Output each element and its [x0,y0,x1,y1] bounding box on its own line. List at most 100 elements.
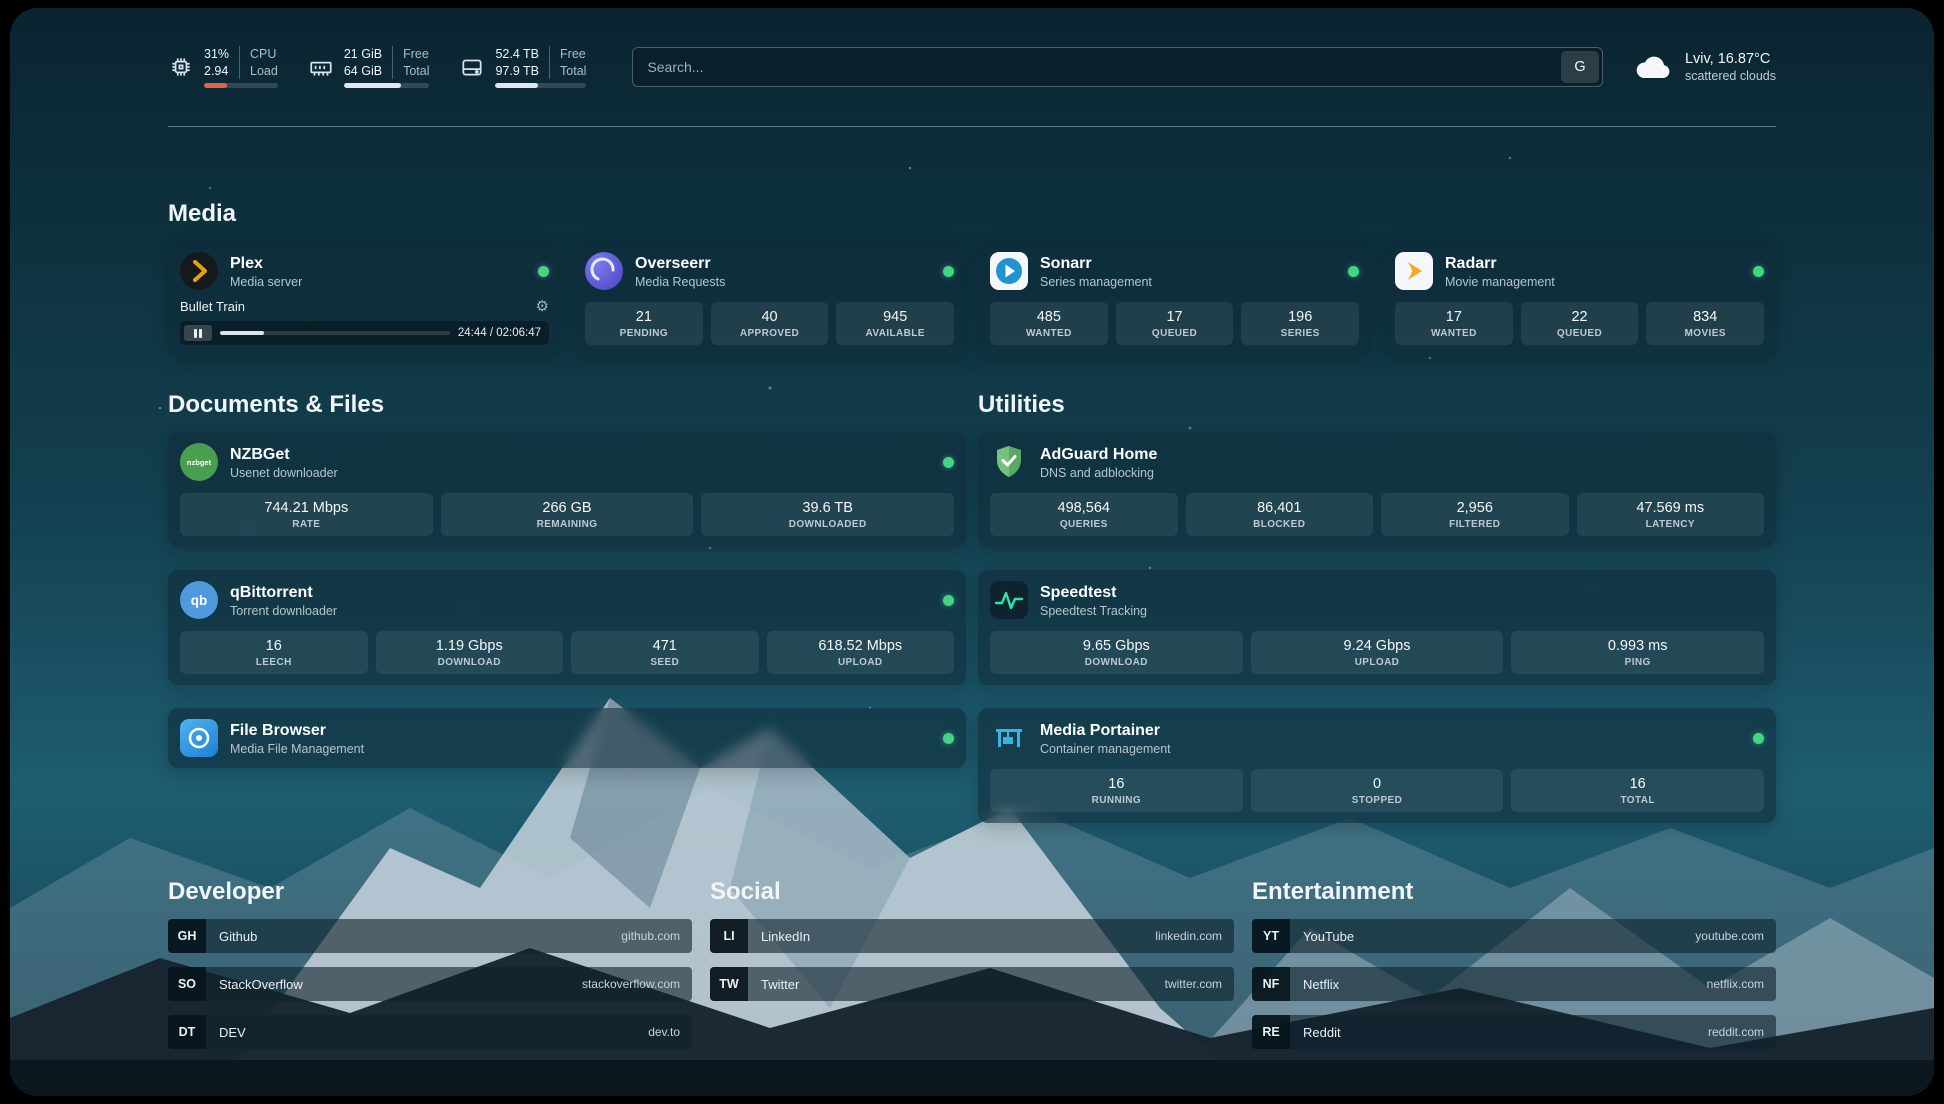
app-name: Sonarr [1040,254,1152,273]
status-dot [943,595,954,606]
app-subtitle: Media server [230,275,302,289]
sonarr-card[interactable]: Sonarr Series management 485 WANTED 17 Q… [978,241,1371,356]
stats-row: 16 LEECH 1.19 Gbps DOWNLOAD 471 SEED 6 [180,619,954,674]
bookmark-badge: YT [1252,919,1290,953]
stat-queries: 498,564 QUERIES [990,493,1178,536]
bookmark-badge: RE [1252,1015,1290,1049]
bookmark-url: github.com [621,929,680,943]
bookmark-name: YouTube [1303,929,1354,944]
bookmark-url: stackoverflow.com [582,977,680,991]
status-dot [943,266,954,277]
bookmark-name: DEV [219,1025,246,1040]
bookmark-stackoverflow[interactable]: SO StackOverflow stackoverflow.com [168,967,692,1001]
stat-approved: 40 APPROVED [711,302,829,345]
disk-total-label: Total [560,63,586,79]
portainer-card[interactable]: Media Portainer Container management 16 … [978,708,1776,823]
app-name: qBittorrent [230,583,337,602]
stat-latency: 47.569 ms LATENCY [1577,493,1765,536]
dashboard-screen: 31% 2.94 CPU Load [10,8,1934,1096]
bookmark-url: twitter.com [1165,977,1222,991]
now-playing-row: Bullet Train ⚙ [180,299,549,314]
speedtest-card[interactable]: Speedtest Speedtest Tracking 9.65 Gbps D… [978,570,1776,685]
bookmark-reddit[interactable]: RE Reddit reddit.com [1252,1015,1776,1049]
disk-progress-bar [495,83,586,88]
stats-row: 744.21 Mbps RATE 266 GB REMAINING 39.6 T… [180,481,954,536]
bookmark-badge: LI [710,919,748,953]
cpu-percent: 31% [204,46,229,62]
status-dot [943,733,954,744]
media-grid: Plex Media server Bullet Train ⚙ 24:44 /… [168,241,1776,356]
disk-icon [459,54,485,80]
app-subtitle: Movie management [1445,275,1555,289]
weather-location: Lviv, 16.87°C [1685,51,1776,67]
filebrowser-card[interactable]: File Browser Media File Management [168,708,966,768]
nzbget-icon-text: nzbget [187,458,211,467]
entertainment-section-title: Entertainment [1252,877,1776,907]
app-subtitle: Speedtest Tracking [1040,604,1147,618]
top-bar: 31% 2.94 CPU Load [168,38,1776,96]
stats-row: 9.65 Gbps DOWNLOAD 9.24 Gbps UPLOAD 0.99… [990,619,1764,674]
nzbget-card[interactable]: nzbget NZBGet Usenet downloader 744.21 M… [168,432,966,547]
bookmark-twitter[interactable]: TW Twitter twitter.com [710,967,1234,1001]
bookmark-url: dev.to [648,1025,680,1039]
app-subtitle: Series management [1040,275,1152,289]
app-name: AdGuard Home [1040,445,1157,464]
bookmark-linkedin[interactable]: LI LinkedIn linkedin.com [710,919,1234,953]
ram-total-value: 64 GiB [344,63,382,79]
stat-upload: 618.52 Mbps UPLOAD [767,631,955,674]
cpu-monitor: 31% 2.94 CPU Load [168,46,278,88]
entertainment-section: Entertainment YT YouTube youtube.com NF … [1252,877,1776,1049]
radarr-card[interactable]: Radarr Movie management 17 WANTED 22 QUE… [1383,241,1776,356]
weather-widget: Lviv, 16.87°C scattered clouds [1633,51,1776,83]
stat-queued: 22 QUEUED [1521,302,1639,345]
app-name: Radarr [1445,254,1555,273]
qbittorrent-icon-text: qb [191,593,208,608]
stats-row: 17 WANTED 22 QUEUED 834 MOVIES [1395,290,1764,345]
bookmark-badge: NF [1252,967,1290,1001]
bookmark-name: LinkedIn [761,929,810,944]
stat-filtered: 2,956 FILTERED [1381,493,1569,536]
playback-progress-track[interactable] [220,331,450,335]
ram-progress-bar [344,83,430,88]
pause-icon[interactable] [184,325,212,341]
overseerr-card[interactable]: Overseerr Media Requests 21 PENDING 40 A… [573,241,966,356]
bookmark-youtube[interactable]: YT YouTube youtube.com [1252,919,1776,953]
stat-remaining: 266 GB REMAINING [441,493,694,536]
portainer-crane-icon [990,719,1028,757]
topbar-divider [168,126,1776,127]
stat-wanted: 485 WANTED [990,302,1108,345]
bookmark-netflix[interactable]: NF Netflix netflix.com [1252,967,1776,1001]
app-name: Plex [230,254,302,273]
qbittorrent-card[interactable]: qb qBittorrent Torrent downloader 16 LEE… [168,570,966,685]
app-subtitle: DNS and adblocking [1040,466,1157,480]
cpu-icon [168,54,194,80]
disk-monitor: 52.4 TB 97.9 TB Free Total [459,46,586,88]
status-dot [1753,733,1764,744]
status-dot [1348,266,1359,277]
bookmark-name: Netflix [1303,977,1339,992]
stat-movies: 834 MOVIES [1646,302,1764,345]
disk-total-value: 97.9 TB [495,63,539,79]
search-engine-button[interactable]: G [1561,51,1599,83]
search-input[interactable] [647,59,1561,75]
disk-free-label: Free [560,46,586,62]
middle-columns: Documents & Files nzbget NZBGet Usenet d… [168,390,1776,823]
bookmark-url: netflix.com [1707,977,1764,991]
adguard-card[interactable]: AdGuard Home DNS and adblocking 498,564 … [978,432,1776,547]
gear-icon[interactable]: ⚙ [536,299,549,314]
player-bar: 24:44 / 02:06:47 [180,321,549,345]
sonarr-icon [990,252,1028,290]
stat-upload: 9.24 Gbps UPLOAD [1251,631,1504,674]
ram-free-value: 21 GiB [344,46,382,62]
plex-icon [180,252,218,290]
weather-condition: scattered clouds [1685,69,1776,83]
stat-download: 1.19 Gbps DOWNLOAD [376,631,564,674]
bookmark-dev[interactable]: DT DEV dev.to [168,1015,692,1049]
stat-pending: 21 PENDING [585,302,703,345]
plex-card[interactable]: Plex Media server Bullet Train ⚙ 24:44 /… [168,241,561,356]
stat-blocked: 86,401 BLOCKED [1186,493,1374,536]
adguard-shield-icon [990,443,1028,481]
bookmark-badge: SO [168,967,206,1001]
dashboard-content: 31% 2.94 CPU Load [10,8,1934,1096]
bookmark-github[interactable]: GH Github github.com [168,919,692,953]
